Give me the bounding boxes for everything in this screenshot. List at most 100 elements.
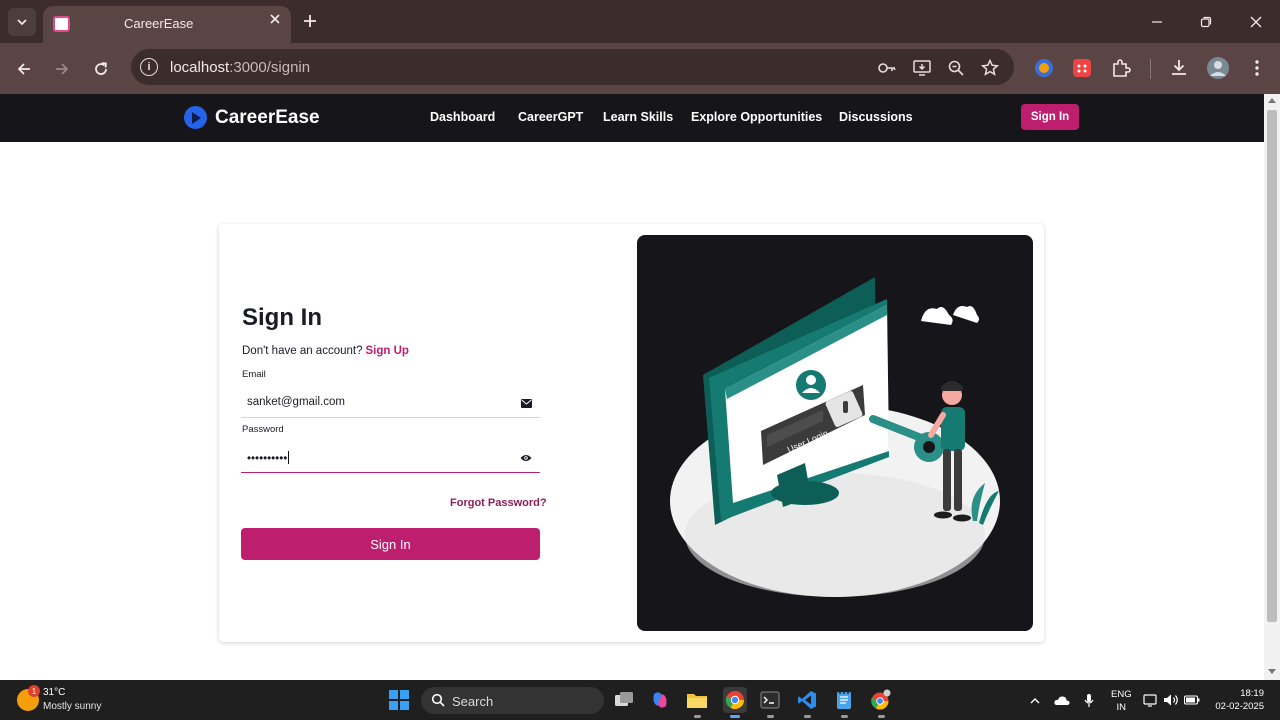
install-app-icon[interactable] — [912, 58, 932, 78]
notepad-indicator — [841, 715, 848, 718]
downloads-icon[interactable] — [1167, 56, 1191, 80]
signin-submit-button[interactable]: Sign In — [241, 528, 540, 560]
scroll-down-icon[interactable] — [1268, 669, 1276, 674]
reload-icon — [95, 62, 108, 75]
tab-search-button[interactable] — [8, 8, 36, 36]
weather-temperature[interactable]: 31°C — [43, 687, 65, 698]
nav-link-careergpt[interactable]: CareerGPT — [518, 110, 583, 124]
nav-link-discussions[interactable]: Discussions — [839, 110, 913, 124]
network-icon[interactable] — [1143, 692, 1159, 708]
page-viewport: CareerEase Dashboard CareerGPT Learn Ski… — [0, 94, 1264, 680]
plus-icon — [304, 15, 316, 27]
extension-badge-icon[interactable] — [1032, 56, 1056, 80]
page-title: Sign In — [242, 304, 322, 331]
tab-close-icon[interactable] — [269, 13, 281, 29]
user-head-icon — [806, 375, 816, 385]
envelope-icon — [520, 397, 532, 409]
person-shoe-left — [934, 511, 952, 519]
search-icon — [431, 693, 445, 707]
url-text[interactable]: localhost:3000/signin — [170, 59, 310, 76]
email-field[interactable]: sanket@gmail.com — [241, 388, 540, 418]
page-scrollbar[interactable] — [1264, 94, 1280, 680]
weather-description[interactable]: Mostly sunny — [43, 701, 101, 712]
password-label: Password — [242, 424, 284, 435]
clock-date: 02-02-2025 — [1215, 701, 1264, 712]
scroll-up-icon[interactable] — [1268, 98, 1276, 103]
terminal-indicator — [767, 715, 774, 718]
restore-button[interactable] — [1191, 8, 1221, 36]
file-explorer-indicator — [694, 715, 701, 718]
battery-icon[interactable] — [1184, 692, 1200, 708]
tab-favicon-icon — [53, 16, 70, 32]
extensions-puzzle-icon[interactable] — [1109, 56, 1133, 80]
chrome-taskbar-icon[interactable] — [723, 687, 747, 713]
extension-calendar-icon[interactable] — [1070, 56, 1094, 80]
minimize-icon — [1152, 21, 1162, 23]
password-value: •••••••••• — [247, 453, 288, 465]
taskbar-search[interactable]: Search — [421, 687, 604, 714]
nav-link-explore-opportunities[interactable]: Explore Opportunities — [691, 110, 822, 124]
new-tab-button[interactable] — [303, 10, 317, 32]
back-button[interactable] — [10, 55, 38, 83]
chrome-active-indicator — [730, 715, 740, 718]
zoom-icon[interactable] — [946, 58, 966, 78]
arrow-left-icon — [17, 63, 30, 75]
signin-card: Sign In Don't have an account? Sign Up Em… — [219, 224, 1044, 642]
terminal-icon[interactable] — [759, 689, 781, 711]
task-view-icon[interactable] — [613, 689, 635, 711]
notepad-icon[interactable] — [833, 689, 855, 711]
cloud-1 — [921, 307, 953, 325]
brand[interactable]: CareerEase — [184, 106, 320, 129]
file-explorer-icon[interactable] — [686, 689, 708, 711]
forgot-password-link[interactable]: Forgot Password? — [450, 497, 547, 509]
person-leg-right — [954, 449, 962, 511]
signup-prompt: Don't have an account? Sign Up — [242, 345, 409, 357]
tab-title: CareerEase — [124, 16, 194, 31]
password-value-wrap[interactable]: •••••••••• — [247, 451, 290, 465]
password-key-icon[interactable] — [877, 58, 897, 78]
show-hidden-icons-chevron-icon[interactable] — [1027, 692, 1043, 708]
email-value[interactable]: sanket@gmail.com — [247, 396, 345, 408]
cloud-2 — [953, 306, 979, 323]
person-hair — [941, 381, 963, 391]
chevron-down-icon — [17, 19, 27, 26]
profile-avatar[interactable] — [1206, 56, 1230, 80]
browser-toolbar: i localhost:3000/signin — [0, 43, 1280, 94]
toolbar-divider — [1150, 59, 1151, 79]
close-icon — [1250, 16, 1262, 28]
browser-menu-icon[interactable] — [1245, 56, 1269, 80]
brand-logo-icon — [184, 106, 207, 129]
language-code: ENG — [1111, 689, 1132, 700]
system-clock[interactable]: 18:19 02-02-2025 — [1212, 687, 1264, 713]
arrow-right-icon — [56, 63, 69, 75]
volume-icon[interactable] — [1163, 692, 1179, 708]
bookmark-star-icon[interactable] — [980, 58, 1000, 78]
site-info-icon[interactable]: i — [140, 58, 158, 76]
forward-button[interactable] — [48, 55, 76, 83]
signup-link[interactable]: Sign Up — [365, 345, 408, 357]
microphone-icon[interactable] — [1081, 692, 1097, 708]
minimize-button[interactable] — [1142, 8, 1172, 36]
browser-tab[interactable]: CareerEase — [43, 6, 291, 43]
reload-button[interactable] — [87, 55, 115, 83]
chrome-profile-icon[interactable] — [870, 689, 892, 711]
scroll-thumb[interactable] — [1267, 110, 1277, 622]
address-bar[interactable]: i localhost:3000/signin — [131, 49, 1014, 85]
url-path: :3000/signin — [229, 59, 311, 76]
windows-start-icon[interactable] — [389, 690, 409, 710]
nav-signin-button[interactable]: Sign In — [1021, 104, 1079, 130]
copilot-icon[interactable] — [649, 689, 671, 711]
close-window-button[interactable] — [1241, 8, 1271, 36]
eye-icon[interactable] — [520, 452, 532, 464]
key-bow-hole — [923, 441, 935, 453]
nav-link-learn-skills[interactable]: Learn Skills — [603, 110, 673, 124]
chrome-profile-indicator — [878, 715, 885, 718]
nav-link-dashboard[interactable]: Dashboard — [430, 110, 495, 124]
password-field[interactable]: •••••••••• — [241, 443, 540, 473]
onedrive-cloud-icon[interactable] — [1054, 692, 1070, 708]
clock-time: 18:19 — [1240, 688, 1264, 699]
vscode-icon[interactable] — [796, 689, 818, 711]
app-navbar: CareerEase Dashboard CareerGPT Learn Ski… — [0, 94, 1264, 142]
input-language[interactable]: ENG IN — [1111, 688, 1132, 714]
person-leg-left — [943, 449, 951, 511]
